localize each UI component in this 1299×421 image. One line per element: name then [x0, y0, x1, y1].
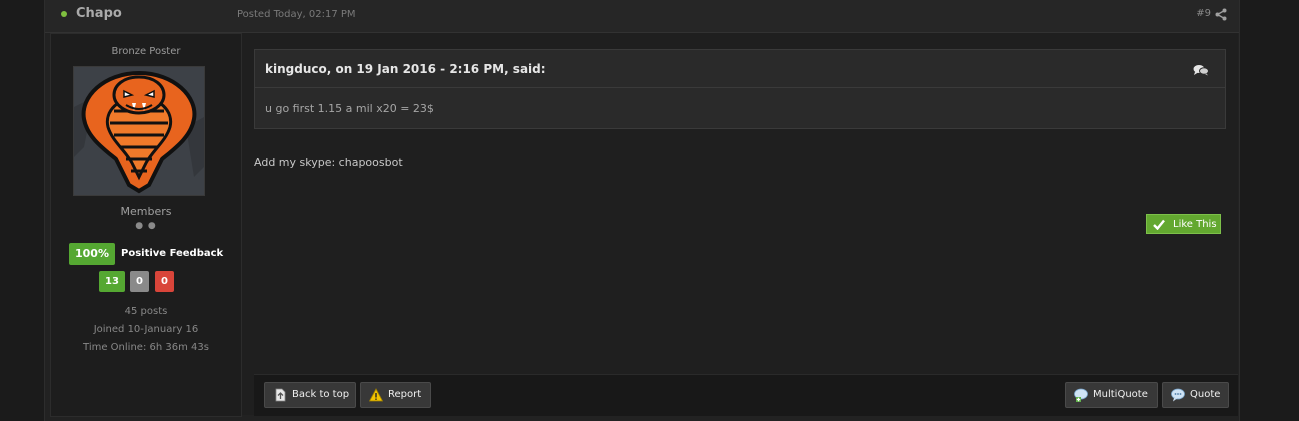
page-up-icon — [275, 388, 286, 402]
member-group: Members — [120, 205, 172, 218]
speech-bubbles-icon[interactable] — [1193, 64, 1209, 76]
warning-icon — [369, 388, 383, 402]
share-icon[interactable] — [1215, 8, 1227, 21]
quote-label: Quote — [1190, 389, 1221, 400]
multiquote-button[interactable]: MultiQuote — [1065, 382, 1158, 408]
author-info-panel: Bronze Poster Members ● ● 100% Positive … — [50, 33, 242, 417]
report-button[interactable]: Report — [360, 382, 431, 408]
post-date: Posted Today, 02:17 PM — [237, 9, 356, 20]
post-header: Chapo Posted Today, 02:17 PM #9 — [45, 0, 1239, 33]
quote-header: kingduco, on 19 Jan 2016 - 2:16 PM, said… — [255, 50, 1225, 88]
rank-pips: ● ● — [135, 221, 157, 231]
like-button-label: Like This — [1173, 219, 1217, 230]
author-name-link[interactable]: Chapo — [76, 6, 122, 21]
rank-title: Bronze Poster — [111, 46, 181, 57]
quote-text: u go first 1.15 a mil x20 = 23$ — [265, 102, 434, 115]
quote-bubble-icon — [1171, 388, 1185, 402]
feedback-percent-badge: 100% — [69, 243, 115, 265]
avatar[interactable] — [73, 66, 205, 196]
checkmark-icon — [1153, 219, 1165, 230]
post-count: 45 posts — [124, 306, 168, 317]
negative-feedback-count[interactable]: 0 — [155, 271, 174, 292]
post-body-text: Add my skype: chapoosbot — [254, 156, 403, 169]
multiquote-label: MultiQuote — [1093, 389, 1148, 400]
like-button[interactable]: Like This — [1146, 214, 1221, 234]
quote-citation[interactable]: kingduco, on 19 Jan 2016 - 2:16 PM, said… — [265, 62, 546, 76]
report-label: Report — [388, 389, 422, 400]
cobra-avatar-icon — [74, 67, 204, 195]
post-number-link[interactable]: #9 — [1196, 8, 1211, 19]
online-status-indicator — [61, 11, 67, 17]
quote-block: kingduco, on 19 Jan 2016 - 2:16 PM, said… — [254, 49, 1226, 129]
back-to-top-button[interactable]: Back to top — [264, 382, 356, 408]
join-date: Joined 10-January 16 — [93, 324, 199, 335]
time-online: Time Online: 6h 36m 43s — [83, 342, 209, 353]
quote-button[interactable]: Quote — [1162, 382, 1229, 408]
neutral-feedback-count[interactable]: 0 — [130, 271, 149, 292]
multiquote-icon — [1074, 388, 1088, 402]
post-content: kingduco, on 19 Jan 2016 - 2:16 PM, said… — [242, 33, 1238, 416]
forum-post: Chapo Posted Today, 02:17 PM #9 Bronze P… — [44, 0, 1240, 421]
positive-feedback-count[interactable]: 13 — [99, 271, 125, 292]
feedback-label: Positive Feedback — [121, 248, 224, 259]
back-to-top-label: Back to top — [292, 389, 350, 400]
post-controls: Back to top Report MultiQuote Quote — [254, 374, 1238, 416]
